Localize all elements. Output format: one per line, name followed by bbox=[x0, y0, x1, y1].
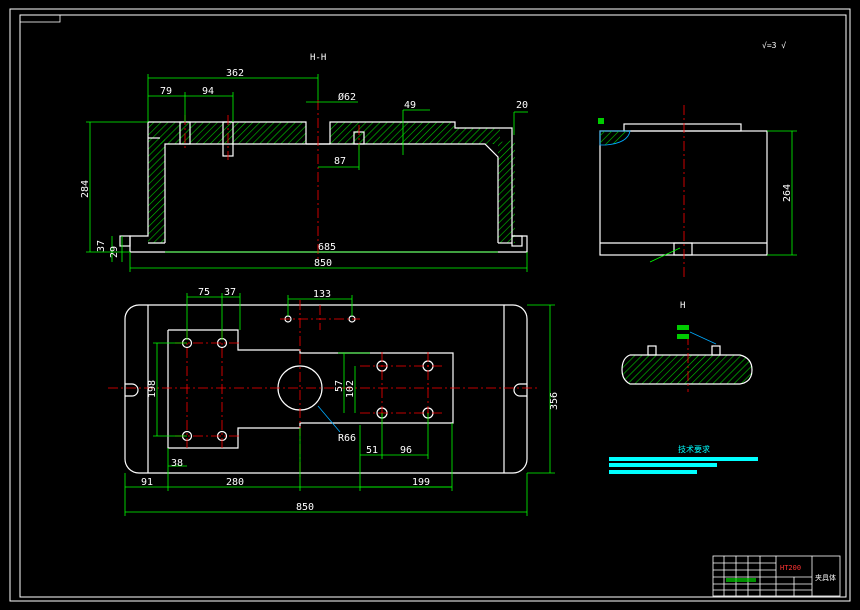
dim-102: 102 bbox=[345, 380, 356, 398]
dim-685: 685 bbox=[318, 242, 336, 253]
section-h-view: H bbox=[621, 301, 753, 392]
section-h-body bbox=[621, 354, 753, 385]
dim-20: 20 bbox=[516, 100, 528, 111]
dim-284: 284 bbox=[80, 180, 91, 198]
dim-51: 51 bbox=[366, 445, 378, 456]
plan-view: 75 37 133 198 57 102 R66 38 51 96 356 91… bbox=[108, 287, 560, 516]
dim-r66: R66 bbox=[338, 433, 356, 444]
dim-91: 91 bbox=[141, 477, 153, 488]
notes-heading: 技术要求 bbox=[678, 444, 710, 454]
dim-37b: 37 bbox=[224, 287, 236, 298]
dim-37: 37 bbox=[96, 240, 107, 252]
dim-850-bottom: 850 bbox=[296, 502, 314, 513]
dim-94: 94 bbox=[202, 86, 214, 97]
side-hatch bbox=[599, 130, 631, 146]
dim-199: 199 bbox=[412, 477, 430, 488]
dim-38: 38 bbox=[171, 458, 183, 469]
title-material: HT200 bbox=[780, 564, 801, 572]
technical-notes: 技术要求 bbox=[609, 444, 758, 474]
dim-133: 133 bbox=[313, 289, 331, 300]
note-bar-3 bbox=[609, 470, 697, 474]
dim-phi62: Ø62 bbox=[338, 91, 356, 103]
front-section-view: 362 79 94 Ø62 49 20 87 284 37 29 685 850 bbox=[80, 68, 528, 272]
dim-280: 280 bbox=[226, 477, 244, 488]
surface-roughness-note: √=3 √ bbox=[762, 41, 786, 50]
dim-356: 356 bbox=[549, 392, 560, 410]
side-view: 264 bbox=[598, 105, 797, 280]
dim-87: 87 bbox=[334, 156, 346, 167]
dim-850-top: 850 bbox=[314, 258, 332, 269]
dim-198: 198 bbox=[147, 380, 158, 398]
dim-96: 96 bbox=[400, 445, 412, 456]
note-bar-1 bbox=[609, 457, 758, 461]
dim-29: 29 bbox=[109, 246, 120, 258]
drawing-canvas: H-H √=3 √ 362 79 94 Ø62 49 20 87 284 37 … bbox=[9, 8, 851, 602]
section-hatch-right bbox=[485, 140, 515, 243]
front-view-label: H-H bbox=[310, 53, 326, 63]
dim-57: 57 bbox=[334, 380, 345, 392]
dim-362: 362 bbox=[226, 68, 244, 79]
dim-79: 79 bbox=[160, 86, 172, 97]
note-bar-2 bbox=[609, 463, 717, 467]
dim-75: 75 bbox=[198, 287, 210, 298]
title-block: HT200 夹具体 bbox=[712, 555, 841, 597]
dim-49: 49 bbox=[404, 100, 416, 111]
dim-264: 264 bbox=[782, 184, 793, 202]
title-part-name: 夹具体 bbox=[815, 573, 836, 582]
section-h-label: H bbox=[680, 301, 685, 311]
